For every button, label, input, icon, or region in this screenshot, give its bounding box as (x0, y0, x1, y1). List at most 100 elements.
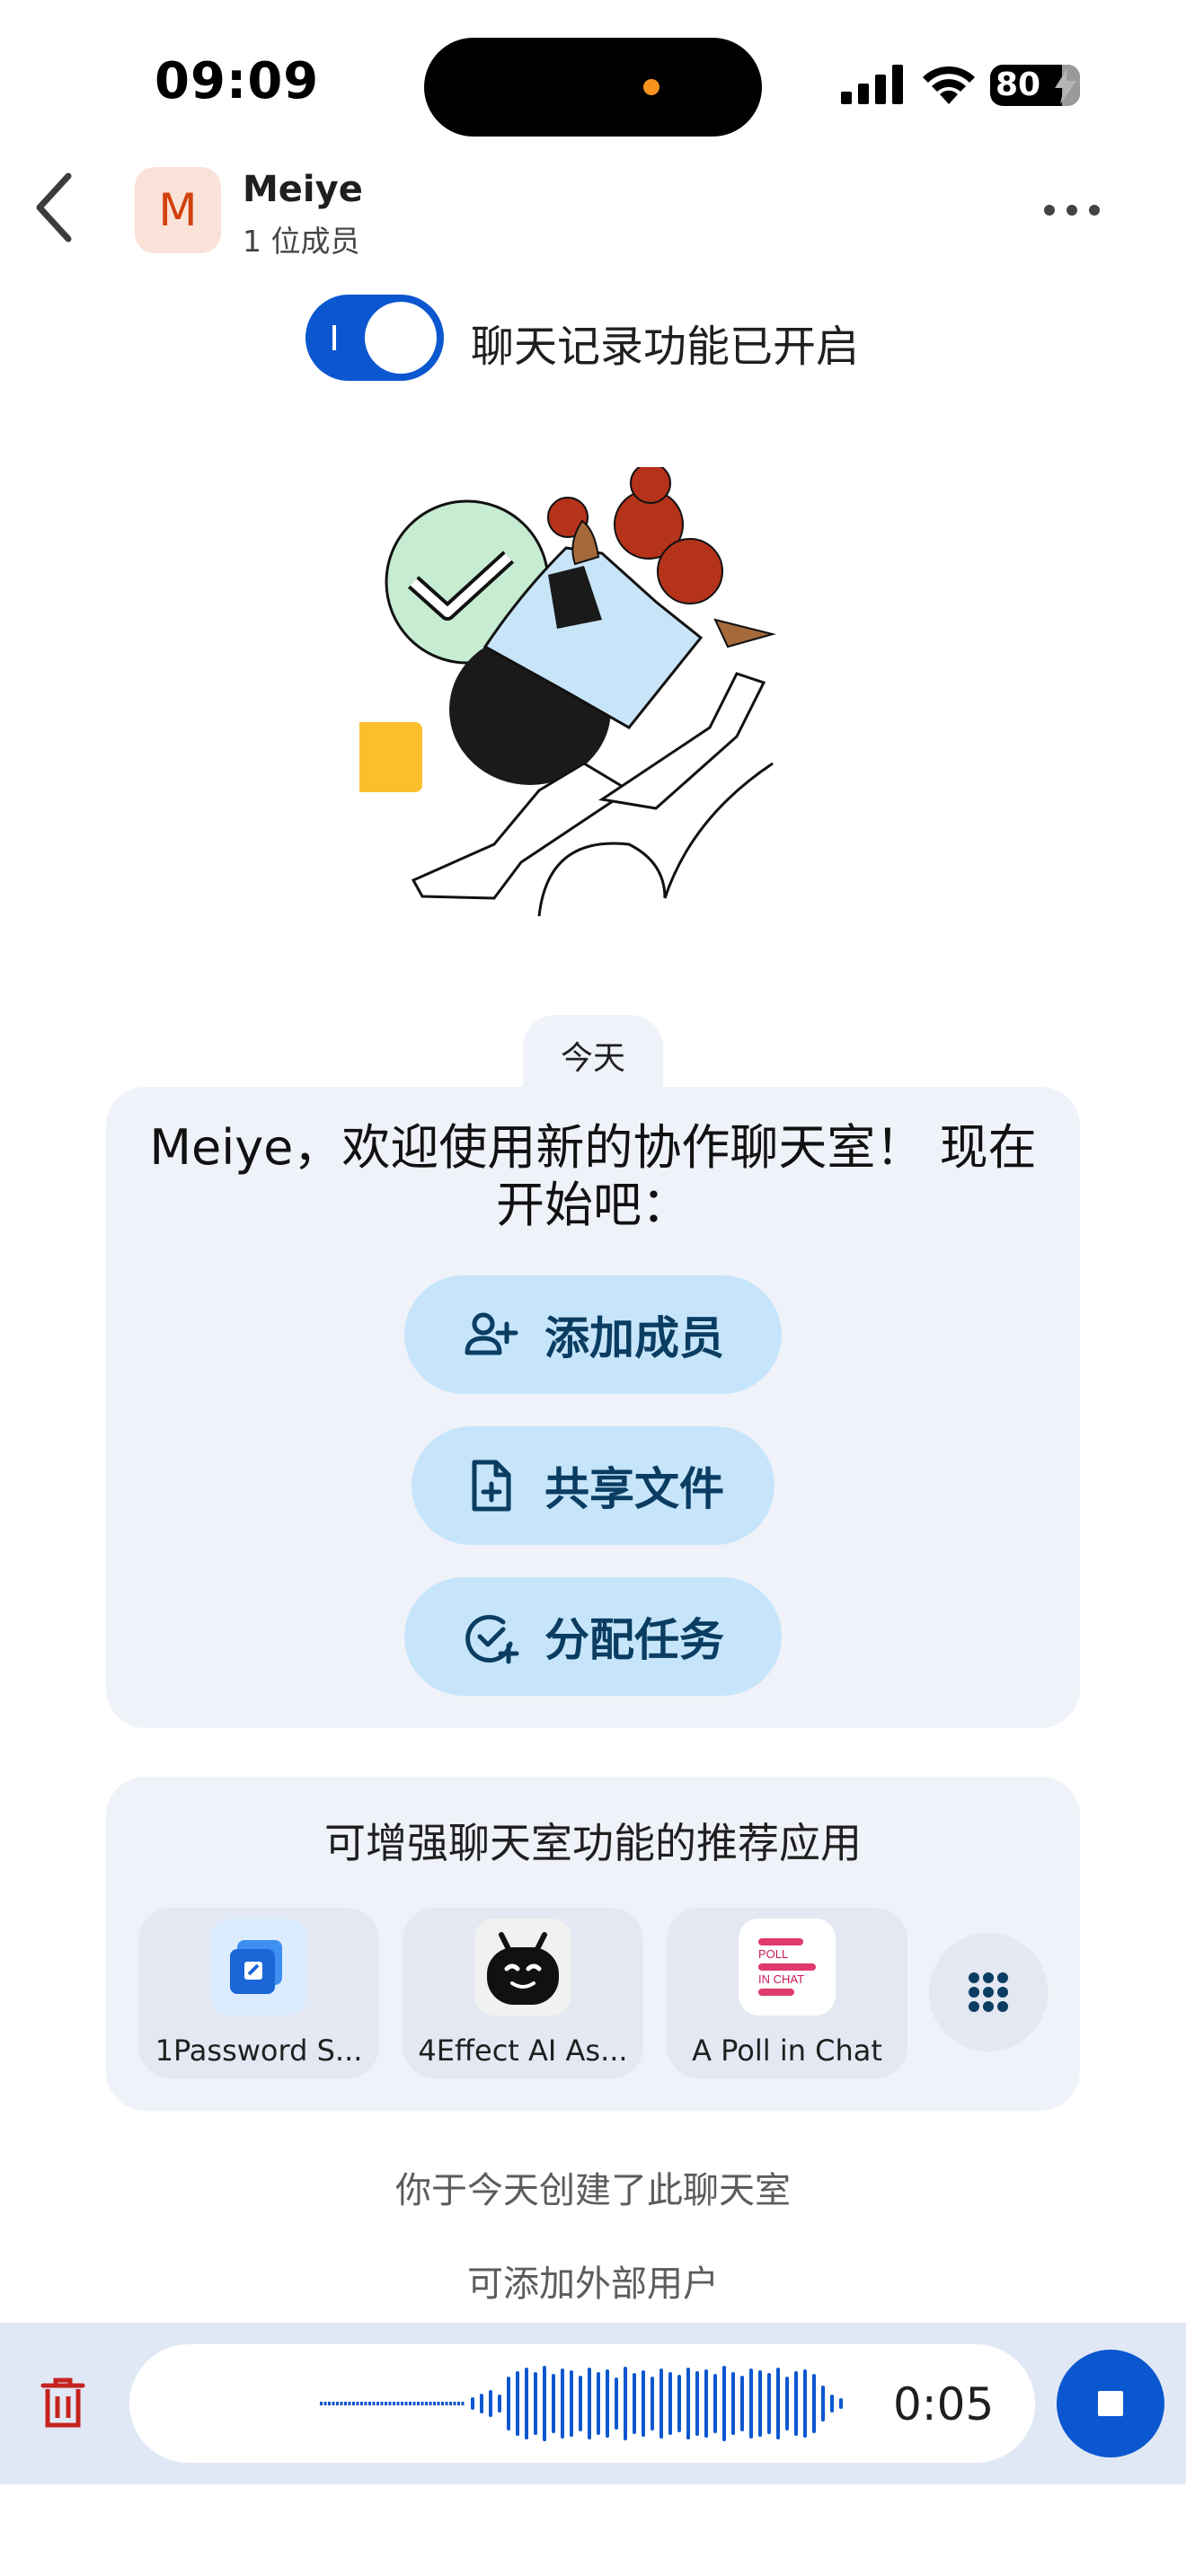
wave-bar (731, 2372, 735, 2435)
wave-bar (471, 2397, 474, 2410)
wave-bar (588, 2368, 591, 2439)
file-add-icon (472, 1460, 511, 1512)
dynamic-island (424, 38, 762, 137)
stop-recording-button[interactable] (1057, 2350, 1164, 2457)
wave-bar (767, 2373, 771, 2434)
wave-bar (659, 2369, 663, 2439)
wave-dot (385, 2402, 387, 2405)
wave-bar (534, 2372, 537, 2435)
welcome-title: Meiye，欢迎使用新的协作聊天室！ 现在开始吧： (149, 1119, 1037, 1233)
wave-dot (372, 2402, 376, 2405)
poll-icon-text-1: POLL (758, 1947, 788, 1961)
wave-bar (570, 2370, 573, 2437)
wave-bar (839, 2398, 843, 2409)
wave-bar (552, 2374, 555, 2433)
recommended-apps-title: 可增强聊天室功能的推荐应用 (324, 1819, 862, 1867)
app-card-poll[interactable]: POLL IN CHAT A Poll in Chat (667, 1908, 907, 2078)
recording-indicator-dot (643, 79, 659, 95)
battery-level: 80 (996, 66, 1041, 103)
wave-bar (633, 2373, 636, 2434)
wave-dot (409, 2402, 412, 2405)
assign-task-label: 分配任务 (544, 1614, 724, 1666)
wave-bar (489, 2390, 492, 2417)
share-file-button[interactable]: 共享文件 (412, 1426, 774, 1545)
wave-dot (401, 2402, 403, 2405)
share-file-label: 共享文件 (544, 1463, 724, 1515)
wave-bar (704, 2369, 708, 2438)
wave-bar (651, 2377, 654, 2430)
wave-bar (695, 2371, 699, 2436)
chat-title[interactable]: Meiye (243, 169, 363, 210)
back-arrow-icon[interactable] (32, 171, 77, 244)
wave-bar (794, 2371, 798, 2436)
cellular-signal-icon (841, 65, 903, 104)
wave-dot (340, 2402, 343, 2405)
wave-bar (758, 2370, 762, 2437)
app-label-4effect: 4Effect AI As... (418, 2033, 628, 2068)
wave-dot (420, 2402, 424, 2405)
charging-bolt-icon (1055, 68, 1076, 104)
task-add-icon (465, 1614, 519, 1664)
grid-icon[interactable] (929, 1933, 1048, 2051)
wave-bar (606, 2369, 609, 2438)
wave-bar (480, 2394, 483, 2413)
trash-icon[interactable] (40, 2375, 86, 2429)
wave-bar (642, 2370, 645, 2437)
wave-dot (356, 2402, 359, 2405)
avatar[interactable]: M (135, 167, 221, 253)
add-member-label: 添加成员 (544, 1312, 724, 1364)
person-add-icon (465, 1312, 518, 1355)
wave-dot (433, 2402, 436, 2405)
wave-dot (323, 2402, 327, 2405)
poll-icon: POLL IN CHAT (739, 1919, 836, 2016)
wave-bar (516, 2371, 519, 2436)
wave-dot (396, 2402, 400, 2405)
member-count[interactable]: 1 位成员 (243, 217, 360, 260)
wifi-icon (923, 66, 975, 104)
poll-icon-text-2: IN CHAT (758, 1972, 804, 1986)
wave-dot (388, 2402, 392, 2405)
wave-dot (393, 2402, 395, 2405)
history-toggle-label: 聊天记录功能已开启 (471, 322, 860, 372)
wave-dot (348, 2402, 351, 2405)
app-card-1password[interactable]: 1Password S... (138, 1908, 379, 2078)
wave-bar (830, 2395, 834, 2413)
wave-bar (615, 2378, 618, 2430)
wave-dot (376, 2402, 379, 2405)
app-card-4effect[interactable]: 4Effect AI As... (403, 1908, 643, 2078)
history-toggle[interactable] (305, 295, 444, 381)
wave-dot (360, 2402, 363, 2405)
external-users-note: 可添加外部用户 (467, 2263, 719, 2305)
app-label-1password: 1Password S... (155, 2033, 363, 2068)
wave-dot (445, 2402, 448, 2405)
audio-waveform (320, 2366, 843, 2441)
more-options-icon[interactable] (1040, 199, 1103, 221)
status-time: 09:09 (155, 52, 320, 110)
wave-dot (429, 2402, 432, 2405)
wave-bar (776, 2368, 780, 2439)
wave-bar (803, 2369, 807, 2438)
wave-bar (677, 2375, 681, 2432)
wave-bar (740, 2376, 744, 2431)
created-note: 你于今天创建了此聊天室 (395, 2170, 791, 2211)
wave-dot (336, 2402, 339, 2405)
wave-bar (561, 2369, 564, 2439)
wave-bar (624, 2367, 627, 2440)
wave-dot (328, 2402, 331, 2405)
add-member-button[interactable]: 添加成员 (404, 1275, 782, 1394)
stop-icon (1098, 2391, 1123, 2416)
wave-bar (722, 2366, 726, 2441)
wave-dot (352, 2402, 355, 2405)
1password-icon (210, 1919, 307, 2016)
wave-bar (525, 2368, 528, 2439)
welcome-illustration (359, 467, 776, 917)
assign-task-button[interactable]: 分配任务 (404, 1577, 782, 1696)
robot-icon (474, 1919, 571, 2016)
wave-dot (344, 2402, 347, 2405)
wave-bar (749, 2369, 753, 2439)
wave-dot (412, 2402, 416, 2405)
wave-dot (457, 2402, 460, 2405)
wave-dot (364, 2402, 367, 2405)
wave-dot (453, 2402, 456, 2405)
wave-bar (579, 2376, 582, 2431)
